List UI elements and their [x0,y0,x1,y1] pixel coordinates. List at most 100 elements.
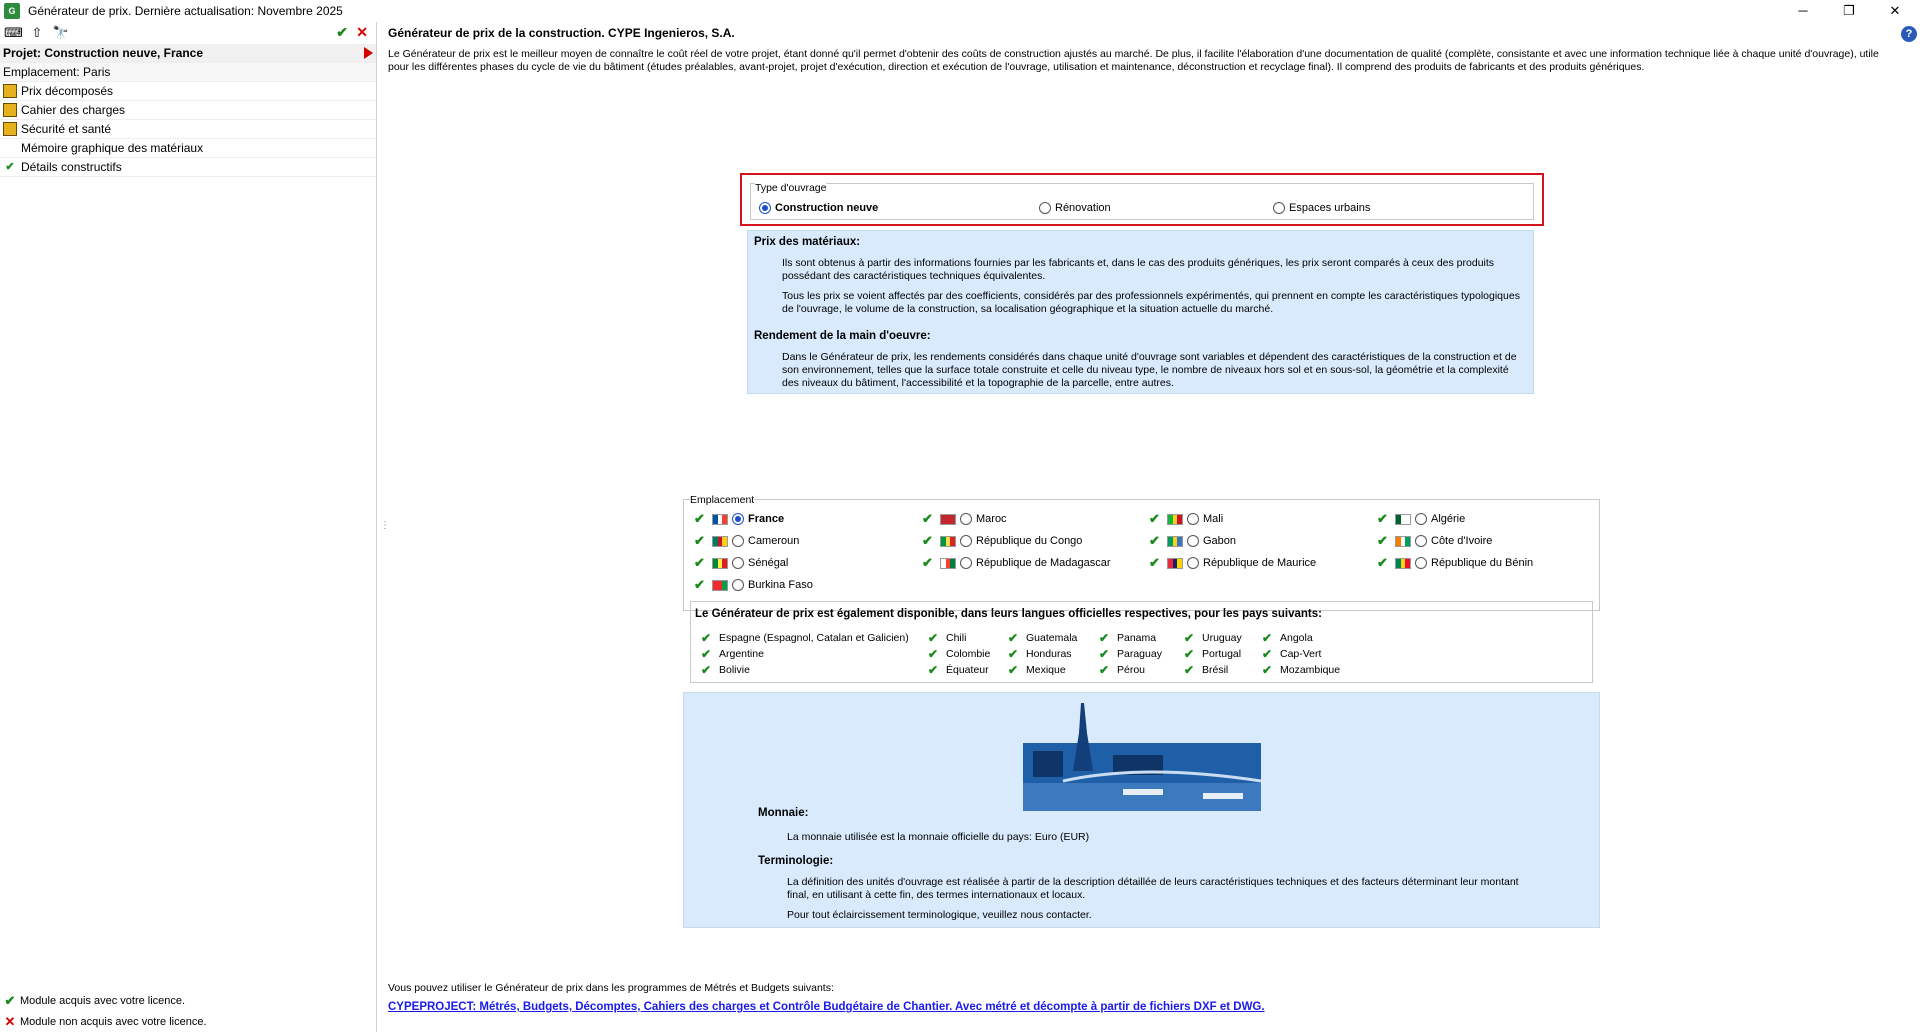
country-option[interactable]: ✔ République de Maurice [1149,555,1316,570]
also-country-item: ✔ Guatemala [1008,631,1077,645]
country-label: France [748,513,785,525]
also-country-item: ✔ Mexique [1008,662,1066,677]
also-country-label: Équateur [946,663,989,676]
window-title: Générateur de prix. Dernière actualisati… [28,4,343,18]
cypeproject-link[interactable]: CYPEPROJECT: Métrés, Budgets, Décomptes,… [388,1001,1265,1013]
sidebar-item-securite-sante[interactable]: Sécurité et santé [0,120,376,139]
terminologie-heading: Terminologie: [758,855,834,867]
country-option[interactable]: ✔ Algérie [1377,511,1466,526]
flag-icon [1167,557,1183,569]
check-icon: ✔ [1008,662,1019,677]
cancel-icon[interactable]: ✕ [356,24,368,41]
also-country-label: Mexique [1026,663,1066,676]
radio-construction-neuve[interactable]: Construction neuve [759,202,878,214]
country-option[interactable]: ✔ France [694,511,785,526]
radio-espaces-urbains[interactable]: Espaces urbains [1273,202,1370,214]
also-country-item: ✔ Argentine [701,647,764,661]
radio-label: Rénovation [1055,202,1111,214]
close-button[interactable]: ✕ [1872,0,1918,22]
radio-icon [960,513,972,525]
keyboard-icon[interactable]: ⌨ [4,25,23,41]
radio-renovation[interactable]: Rénovation [1039,202,1111,214]
sidebar-item-memoire-graphique[interactable]: Mémoire graphique des matériaux [0,139,376,158]
also-country-item: ✔ Espagne (Espagnol, Catalan et Galicien) [701,631,909,645]
radio-selected-icon [759,202,771,214]
minimize-button[interactable]: ─ [1780,0,1826,22]
flag-icon [1395,535,1411,547]
left-toolbar: ⌨ ⇧ 🔭 ✔ ✕ [0,22,376,44]
radio-label: Construction neuve [775,202,879,214]
flag-icon [1395,557,1411,569]
country-option[interactable]: ✔ Gabon [1149,533,1236,548]
terminologie-paragraph-1: La définition des unités d'ouvrage est r… [787,876,1519,901]
country-label: République du Congo [976,535,1083,547]
also-country-label: Espagne (Espagnol, Catalan et Galicien) [719,631,909,644]
country-label: Burkina Faso [748,579,813,591]
sidebar-item-label: Prix décomposés [21,84,114,98]
location-label: Emplacement: Paris [3,65,111,79]
also-country-item: ✔ Chili [928,631,966,645]
flag-icon [1167,535,1183,547]
location-row[interactable]: Emplacement: Paris [0,63,376,82]
radio-icon [1415,557,1427,569]
prix-paragraph-2: Tous les prix se voient affectés par des… [782,290,1520,315]
sidebar-item-prix-decomposes[interactable]: Prix décomposés [0,82,376,101]
also-country-label: Panama [1117,631,1157,644]
radio-icon [732,579,744,591]
sidebar-item-label: Détails constructifs [21,160,122,174]
restore-button[interactable]: ❐ [1826,0,1872,22]
sidebar-item-details-constructifs[interactable]: ✔ Détails constructifs [0,158,376,177]
country-option[interactable]: ✔ Cameroun [694,533,800,548]
cross-icon: ✕ [4,1014,16,1029]
also-country-item: ✔ Bolivie [701,663,750,677]
up-arrow-icon[interactable]: ⇧ [28,25,46,41]
radio-icon [732,535,744,547]
also-country-label: Honduras [1026,647,1072,660]
check-icon: ✔ [694,577,705,592]
check-icon: ✔ [1008,646,1019,661]
flag-icon [712,557,728,569]
radio-icon [1273,202,1285,214]
sidebar-item-cahier-des-charges[interactable]: Cahier des charges [0,101,376,120]
safety-icon [3,122,17,136]
country-option[interactable]: ✔ République de Madagascar [922,555,1111,570]
country-option[interactable]: ✔ Burkina Faso [694,577,813,592]
sidebar-item-label: Sécurité et santé [21,122,112,136]
project-label: Projet: Construction neuve, France [3,46,204,60]
also-available-box: Le Générateur de prix est également disp… [690,601,1593,683]
radio-icon [1415,513,1427,525]
binoculars-icon[interactable]: 🔭 [52,25,70,41]
country-label: Sénégal [748,557,789,569]
country-option[interactable]: ✔ Mali [1149,511,1223,526]
also-country-label: Argentine [719,647,764,660]
prix-paragraph-1: Ils sont obtenus à partir des informatio… [782,257,1495,282]
flag-icon [1167,513,1183,525]
project-row[interactable]: Projet: Construction neuve, France [0,44,376,63]
flag-icon [940,535,956,547]
country-option[interactable]: ✔ République du Bénin [1377,555,1533,570]
emplacement-label: Emplacement [690,494,755,506]
country-option[interactable]: ✔ Maroc [922,511,1007,526]
country-option[interactable]: ✔ Sénégal [694,555,789,570]
country-option[interactable]: ✔ Côte d'Ivoire [1377,533,1492,548]
footer-text: Vous pouvez utiliser le Générateur de pr… [388,982,834,994]
country-label: République de Madagascar [976,557,1111,569]
radio-label: Espaces urbains [1289,202,1371,214]
also-country-label: Pérou [1117,663,1146,676]
check-icon: ✔ [928,646,939,661]
country-label: Algérie [1431,513,1466,525]
app-icon: G [4,3,20,19]
check-icon: ✔ [1262,646,1273,661]
arrow-right-icon[interactable] [364,47,373,59]
flag-icon [940,513,956,525]
check-icon: ✔ [1184,662,1195,677]
flag-icon [712,513,728,525]
also-country-label: Cap-Vert [1280,647,1322,660]
check-icon: ✔ [1262,630,1273,645]
help-icon[interactable]: ? [1901,26,1917,42]
country-option[interactable]: ✔ République du Congo [922,533,1083,548]
monnaie-heading: Monnaie: [758,807,809,819]
monnaie-paragraph: La monnaie utilisée est la monnaie offic… [787,831,1090,843]
accept-icon[interactable]: ✔ [336,24,348,41]
country-label: Cameroun [748,535,800,547]
